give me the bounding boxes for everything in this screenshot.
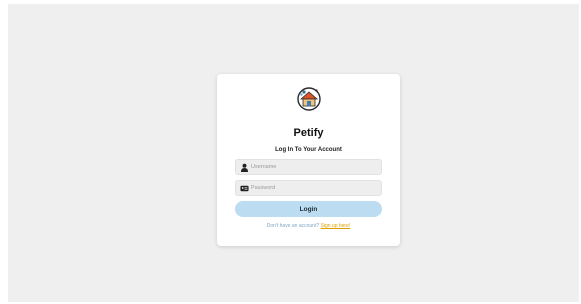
password-input[interactable] <box>251 181 379 195</box>
pet-house-logo-icon <box>297 87 321 111</box>
login-card: Petify Log In To Your Account Login Don'… <box>217 74 400 246</box>
signup-link[interactable]: Sign up here! <box>321 223 351 229</box>
page-background: Petify Log In To Your Account Login Don'… <box>8 4 579 302</box>
username-input[interactable] <box>251 160 379 174</box>
signup-prompt-text: Don't have an account? <box>266 223 320 229</box>
login-button[interactable]: Login <box>235 201 382 217</box>
password-field[interactable] <box>235 180 382 196</box>
app-brand-title: Petify <box>293 127 324 139</box>
id-card-icon <box>240 185 249 192</box>
login-heading: Log In To Your Account <box>275 147 342 153</box>
username-field[interactable] <box>235 159 382 175</box>
signup-prompt: Don't have an account? Sign up here! <box>217 223 400 229</box>
user-icon <box>240 163 249 172</box>
